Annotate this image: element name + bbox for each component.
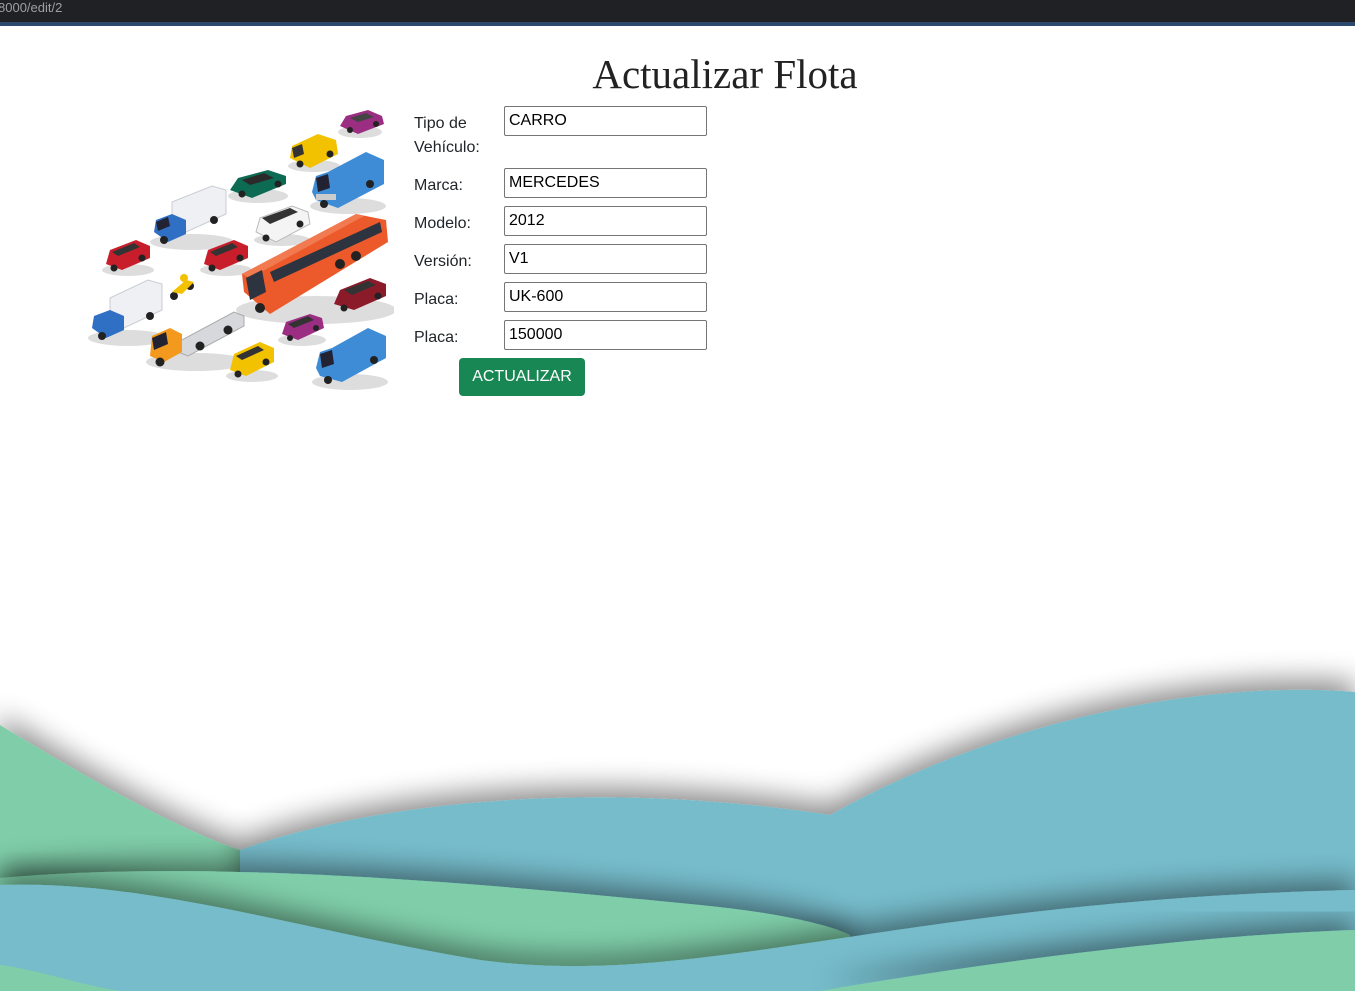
wave-background [0, 689, 1355, 991]
brand-label: Marca: [414, 177, 463, 194]
car-icon [226, 342, 278, 382]
version-label: Versión: [414, 253, 472, 270]
car-icon [254, 205, 311, 246]
browser-topbar: 8000/edit/2 [0, 0, 1355, 22]
plate-input[interactable] [504, 282, 707, 312]
car-icon [228, 170, 288, 203]
plate-input-2[interactable] [504, 320, 707, 350]
vehicle-type-label: Tipo de Vehículo: [414, 115, 480, 156]
model-label: Modelo: [414, 215, 471, 232]
page-title: Actualizar Flota [592, 51, 858, 97]
motorbike-icon [170, 274, 194, 300]
plate-label-2: Placa: [414, 329, 459, 346]
truck-icon [150, 185, 234, 250]
url-text[interactable]: 8000/edit/2 [0, 0, 62, 16]
car-icon [338, 110, 384, 138]
car-icon [332, 278, 388, 316]
vehicle-fleet-illustration [88, 110, 394, 390]
version-input[interactable] [504, 244, 707, 274]
van-icon [288, 134, 340, 172]
plate-label: Placa: [414, 291, 459, 308]
truck-icon [146, 311, 246, 371]
brand-input[interactable] [504, 168, 707, 198]
update-button[interactable]: ACTUALIZAR [459, 358, 585, 396]
model-input[interactable] [504, 206, 707, 236]
car-icon [102, 240, 154, 276]
vehicle-type-input[interactable] [504, 106, 707, 136]
browser-accent-line [0, 22, 1355, 26]
